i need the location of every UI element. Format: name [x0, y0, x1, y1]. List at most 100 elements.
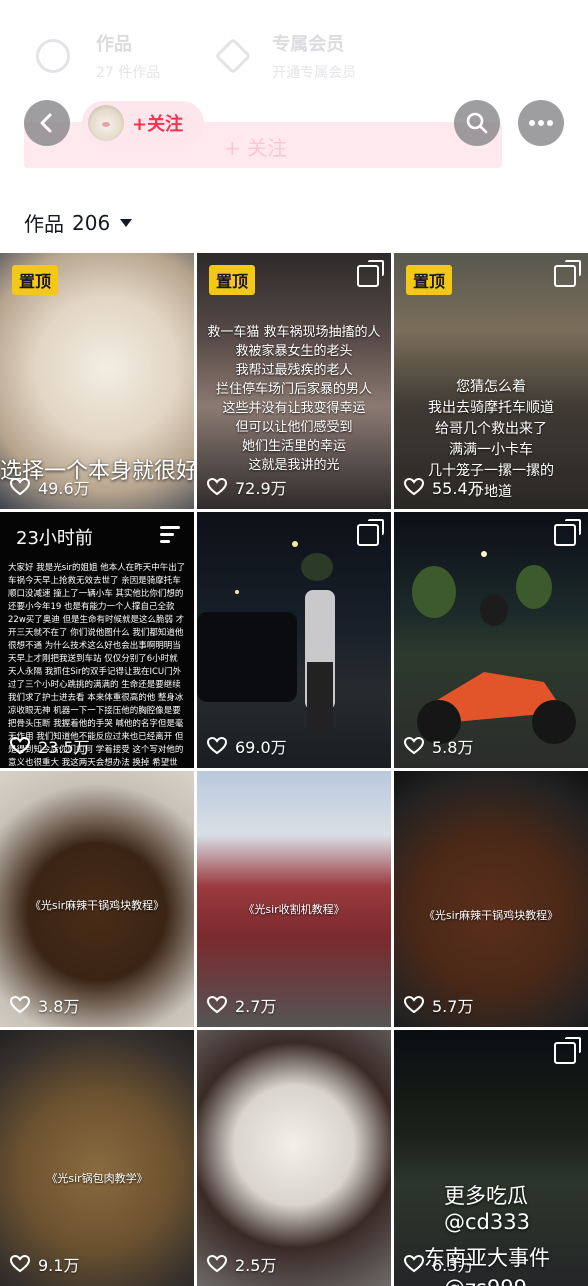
overlay-line: 满满一小卡车 [449, 442, 533, 458]
works-tab-title: 作品 [96, 34, 132, 55]
video-tile[interactable]: 置顶 选择一个本身就很好 49.6万 [0, 253, 194, 509]
multi-image-icon [554, 260, 581, 287]
overlay-line: 救被家暴女生的老头 [235, 344, 353, 359]
like-count-value: 3.8万 [38, 997, 80, 1016]
pinned-badge: 置顶 [209, 265, 256, 295]
video-caption: 《光sir收割机教程》 [243, 903, 345, 916]
heart-icon [10, 1255, 30, 1273]
works-label: 作品 [24, 212, 64, 236]
works-sort-selector[interactable]: 作品 206 [24, 208, 133, 237]
video-tile[interactable]: 更多吃瓜 @cd333 东南亚大事件 @zs999 6.3万 [394, 1030, 588, 1286]
street-scene-illustration [197, 541, 335, 732]
search-button[interactable] [454, 100, 500, 146]
avatar [88, 105, 124, 141]
watermark-line: 更多吃瓜 [444, 1184, 528, 1208]
heart-icon [10, 996, 30, 1014]
works-tab-icon [36, 39, 70, 73]
heart-icon [10, 478, 30, 496]
back-button[interactable] [24, 100, 70, 146]
video-tile[interactable]: 置顶 您猜怎么着 我出去骑摩托车顺道 给哥几个救出来了 满满一小卡车 几十笼子一… [394, 253, 588, 509]
like-count: 9.1万 [10, 1252, 79, 1276]
overlay-line: 给哥几个救出来了 [435, 421, 547, 437]
works-tab-faded: 作品 27 件作品 [96, 30, 160, 82]
video-tile[interactable]: 2.5万 [197, 1030, 391, 1286]
pinned-badge: 置顶 [12, 265, 59, 295]
post-time: 23小时前 [16, 528, 93, 549]
like-count-value: 49.6万 [38, 479, 90, 498]
more-dots-icon [529, 120, 553, 126]
video-caption: 《光sir麻辣干锅鸡块教程》 [423, 909, 559, 922]
video-caption: 《光sir锅包肉教学》 [46, 1172, 148, 1185]
video-caption: 《光sir麻辣干锅鸡块教程》 [29, 899, 165, 912]
video-overlay-text: 救一车猫 救车祸现场抽搐的人 救被家暴女生的老头 我帮过最残疾的老人 拦住停车场… [197, 323, 391, 475]
multi-image-icon [357, 260, 384, 287]
video-tile[interactable]: 置顶 救一车猫 救车祸现场抽搐的人 救被家暴女生的老头 我帮过最残疾的老人 拦住… [197, 253, 391, 509]
heart-icon [207, 478, 227, 496]
like-count: 2.5万 [207, 1252, 276, 1276]
like-count: 5.8万 [404, 734, 473, 758]
top-nav: +关注 [0, 100, 588, 148]
heart-icon [207, 1255, 227, 1273]
like-count: 5.7万 [404, 993, 473, 1017]
overlay-line: 她们生活里的幸运 [241, 439, 346, 454]
like-count-value: 23.5万 [38, 738, 90, 757]
overlay-line: 这些并没有让我变得幸运 [222, 401, 366, 416]
like-count: 3.8万 [10, 993, 79, 1017]
video-tile[interactable]: 《光sir麻辣干锅鸡块教程》 3.8万 [0, 771, 194, 1027]
heart-icon [404, 478, 424, 496]
caret-down-icon [120, 218, 133, 227]
heart-icon [207, 996, 227, 1014]
overlay-line: 但可以让他们感受到 [235, 420, 353, 435]
like-count: 49.6万 [10, 475, 90, 499]
like-count-value: 5.7万 [432, 997, 474, 1016]
heart-icon [207, 737, 227, 755]
follow-button[interactable]: +关注 [82, 101, 204, 145]
like-count: 69.0万 [207, 734, 287, 758]
video-tile[interactable]: 23小时前 大家好 我是光sir的姐姐 他本人在昨天中午出了车祸今天早上抢救无效… [0, 512, 194, 768]
profile-header-faded: 作品 27 件作品 专属会员 开通专属会员 + 关注 [0, 0, 588, 190]
video-tile[interactable]: 5.8万 [394, 512, 588, 768]
motorcycle-scene-illustration [412, 551, 576, 744]
video-tile[interactable]: 《光sir麻辣干锅鸡块教程》 5.7万 [394, 771, 588, 1027]
overlay-line: 您猜怎么着 [456, 379, 526, 395]
like-count: 72.9万 [207, 475, 287, 499]
video-tile[interactable]: 《光sir收割机教程》 2.7万 [197, 771, 391, 1027]
search-icon [466, 112, 488, 134]
heart-icon [404, 737, 424, 755]
more-button[interactable] [518, 100, 564, 146]
chevron-left-icon [40, 113, 52, 133]
overlay-line: 救一车猫 救车祸现场抽搐的人 [207, 325, 381, 340]
overlay-line: 我帮过最残疾的老人 [235, 363, 353, 378]
like-count-value: 69.0万 [235, 738, 287, 757]
like-count-value: 55.4万 [432, 479, 484, 498]
like-count: 23.5万 [10, 734, 90, 758]
heart-icon [10, 737, 30, 755]
like-count: 55.4万 [404, 475, 484, 499]
like-count-value: 6.3万 [432, 1256, 474, 1275]
overlay-line: 我出去骑摩托车顺道 [428, 400, 554, 416]
video-grid: 置顶 选择一个本身就很好 49.6万 置顶 救一车猫 救车祸现场抽搐的人 救被家… [0, 253, 588, 1286]
pinned-badge: 置顶 [406, 265, 453, 295]
like-count: 6.3万 [404, 1252, 473, 1276]
works-count: 206 [72, 210, 111, 235]
multi-image-icon [554, 1037, 581, 1064]
profile-tabs-faded: 作品 27 件作品 专属会员 开通专属会员 [36, 30, 416, 82]
watermark-line: @cd333 [444, 1210, 530, 1234]
like-count-value: 5.8万 [432, 738, 474, 757]
like-count: 2.7万 [207, 993, 276, 1017]
like-count-value: 72.9万 [235, 479, 287, 498]
video-tile[interactable]: 69.0万 [197, 512, 391, 768]
watermark-line: @zs999 [444, 1276, 588, 1286]
video-tile[interactable]: 《光sir锅包肉教学》 9.1万 [0, 1030, 194, 1286]
like-count-value: 9.1万 [38, 1256, 80, 1275]
overlay-line: 这就是我讲的光 [248, 458, 340, 473]
heart-icon [404, 996, 424, 1014]
vip-tab-sub: 开通专属会员 [272, 65, 357, 81]
vip-tab-faded: 专属会员 开通专属会员 [272, 30, 356, 82]
vip-icon [214, 37, 252, 75]
vip-tab-title: 专属会员 [272, 34, 345, 55]
like-count-value: 2.5万 [235, 1256, 277, 1275]
text-post-icon [160, 526, 180, 544]
like-count-value: 2.7万 [235, 997, 277, 1016]
works-tab-sub: 27 件作品 [96, 65, 161, 81]
